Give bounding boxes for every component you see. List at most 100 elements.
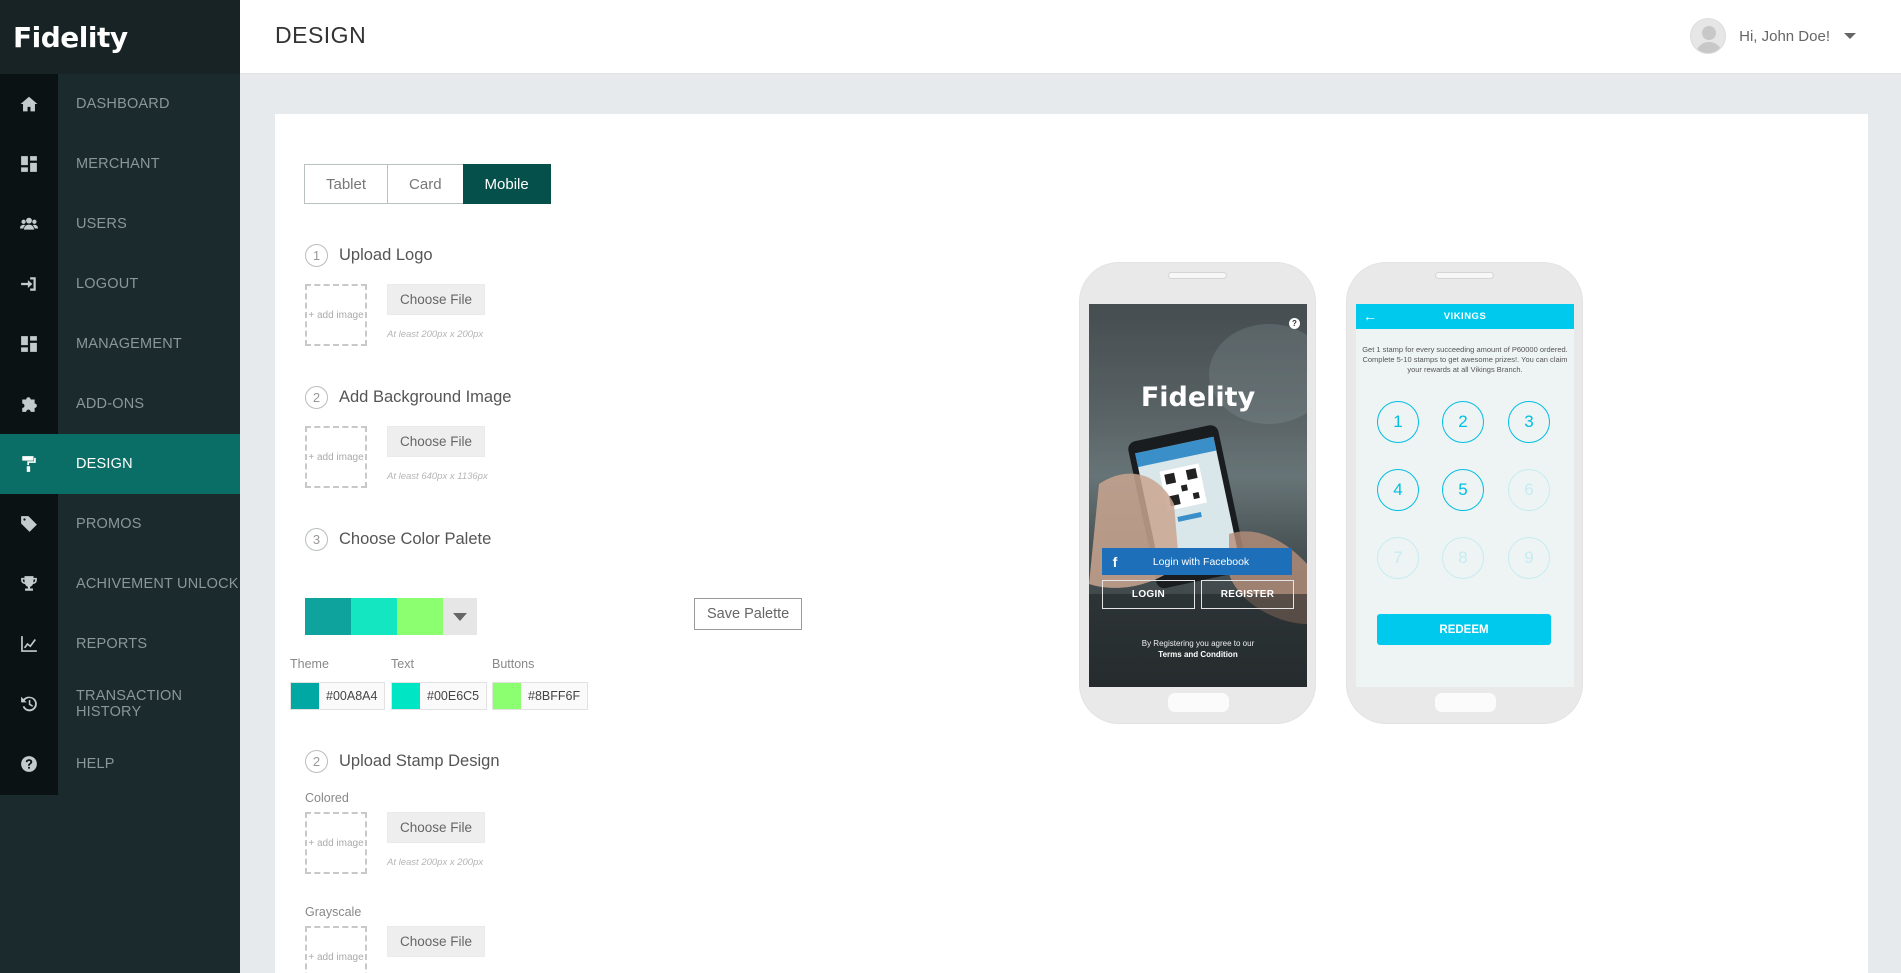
- colored-stamp-dropzone[interactable]: + add image: [305, 812, 367, 874]
- stamp-preview-screen: ← VIKINGS Get 1 stamp for every succeedi…: [1356, 304, 1574, 687]
- user-menu[interactable]: Hi, John Doe!: [1690, 18, 1856, 54]
- phone-speaker: [1168, 272, 1227, 279]
- sidebar-item-logout[interactable]: LOGOUT: [0, 254, 240, 314]
- text-color-chip[interactable]: [392, 683, 420, 709]
- sidebar-item-transaction-history[interactable]: TRANSACTION HISTORY: [0, 674, 240, 734]
- stamp-2: 2: [1442, 401, 1484, 443]
- background-image-dropzone[interactable]: + add image: [305, 426, 367, 488]
- buttons-color-chip[interactable]: [493, 683, 521, 709]
- terms-link[interactable]: Terms and Condition: [1089, 650, 1307, 659]
- sidebar-item-label: DASHBOARD: [76, 96, 170, 112]
- question-icon: [0, 734, 58, 794]
- step-label: Add Background Image: [339, 388, 512, 406]
- sidebar-item-promos[interactable]: PROMOS: [0, 494, 240, 554]
- history-icon: [0, 674, 58, 734]
- device-tabs: Tablet Card Mobile: [304, 164, 551, 204]
- login-preview-screen: ? Fidelity f Login with Facebook LOGIN R…: [1089, 304, 1307, 687]
- brand-logo[interactable]: Fidelity: [0, 0, 240, 74]
- login-with-facebook-button[interactable]: f Login with Facebook: [1102, 548, 1292, 575]
- sidebar: Fidelity DASHBOARD MERCHANT USERS LOGOUT…: [0, 0, 240, 973]
- login-button[interactable]: LOGIN: [1102, 580, 1195, 609]
- login-preview-phone: ? Fidelity f Login with Facebook LOGIN R…: [1079, 262, 1316, 724]
- sidebar-item-label: MERCHANT: [76, 156, 160, 172]
- promo-description: Get 1 stamp for every succeeding amount …: [1362, 345, 1568, 374]
- step-stamp-design: 2 Upload Stamp Design: [305, 750, 500, 773]
- sidebar-item-dashboard[interactable]: DASHBOARD: [0, 74, 240, 134]
- sidebar-item-add-ons[interactable]: ADD-ONS: [0, 374, 240, 434]
- design-panel: Tablet Card Mobile 1 Upload Logo + add i…: [275, 114, 1868, 973]
- grayscale-stamp-upload: + add image Choose File: [305, 926, 486, 973]
- theme-color-field[interactable]: #00A8A4: [290, 682, 386, 710]
- choose-file-button[interactable]: Choose File: [387, 926, 486, 957]
- tab-card[interactable]: Card: [387, 164, 464, 204]
- step-color-palette: 3 Choose Color Palete: [305, 528, 491, 551]
- stamp-5: 5: [1442, 469, 1484, 511]
- choose-file-button[interactable]: Choose File: [387, 426, 486, 457]
- avatar[interactable]: [1690, 18, 1727, 54]
- phone-speaker: [1435, 272, 1494, 279]
- tab-mobile[interactable]: Mobile: [462, 164, 551, 204]
- facebook-button-label: Login with Facebook: [1152, 555, 1250, 568]
- stamp-4: 4: [1377, 469, 1419, 511]
- text-color-field[interactable]: #00E6C5: [391, 682, 488, 710]
- puzzle-icon: [0, 374, 58, 434]
- redeem-button[interactable]: REDEEM: [1377, 614, 1551, 645]
- trophy-icon: [0, 554, 58, 614]
- step-background-image: 2 Add Background Image: [305, 386, 511, 409]
- sidebar-item-label: DESIGN: [76, 456, 133, 472]
- palette-selector[interactable]: [305, 598, 477, 635]
- sidebar-item-help[interactable]: HELP: [0, 734, 240, 794]
- sidebar-item-label: REPORTS: [76, 636, 148, 652]
- sidebar-item-merchant[interactable]: MERCHANT: [0, 134, 240, 194]
- theme-color-chip[interactable]: [291, 683, 319, 709]
- grayscale-label: Grayscale: [305, 905, 362, 919]
- step-label: Upload Stamp Design: [339, 752, 500, 770]
- facebook-icon: f: [1112, 553, 1118, 570]
- sidebar-item-achivement-unlock[interactable]: ACHIVEMENT UNLOCK: [0, 554, 240, 614]
- stamp-preview-phone: ← VIKINGS Get 1 stamp for every succeedi…: [1346, 262, 1583, 724]
- stamp-1: 1: [1377, 401, 1419, 443]
- logo-image-dropzone[interactable]: + add image: [305, 284, 367, 346]
- preview-header-bar: ← VIKINGS: [1356, 304, 1574, 329]
- sign-in-icon: [0, 254, 58, 314]
- home-icon: [0, 74, 58, 134]
- stamp-8: 8: [1442, 537, 1484, 579]
- buttons-color-value[interactable]: #8BFF6F: [521, 683, 588, 709]
- sidebar-item-users[interactable]: USERS: [0, 194, 240, 254]
- brand-name: Fidelity: [13, 20, 128, 54]
- sidebar-nav: DASHBOARD MERCHANT USERS LOGOUT MANAGEME…: [0, 74, 240, 794]
- choose-file-button[interactable]: Choose File: [387, 284, 486, 315]
- sidebar-item-label: TRANSACTION HISTORY: [76, 688, 183, 720]
- sidebar-item-label: ADD-ONS: [76, 396, 145, 412]
- step-upload-logo: 1 Upload Logo: [305, 244, 433, 267]
- palette-swatch-text: [351, 598, 397, 635]
- choose-file-button[interactable]: Choose File: [387, 812, 486, 843]
- buttons-color-label: Buttons: [492, 657, 535, 671]
- palette-dropdown-button[interactable]: [443, 598, 477, 635]
- upload-hint: At least 200px x 200px: [387, 329, 484, 340]
- register-button[interactable]: REGISTER: [1201, 580, 1294, 609]
- background-photo-illustration: [1089, 304, 1307, 687]
- sidebar-item-design[interactable]: DESIGN: [0, 434, 240, 494]
- paint-roller-icon: [0, 434, 58, 494]
- palette-swatch-buttons: [397, 598, 443, 635]
- logo-upload: + add image Choose File At least 200px x…: [305, 284, 486, 346]
- sidebar-item-management[interactable]: MANAGEMENT: [0, 314, 240, 374]
- save-palette-button[interactable]: Save Palette: [694, 598, 803, 630]
- stamp-3: 3: [1508, 401, 1550, 443]
- help-icon[interactable]: ?: [1289, 318, 1300, 329]
- sidebar-item-label: LOGOUT: [76, 276, 139, 292]
- stamp-7: 7: [1377, 537, 1419, 579]
- text-color-value[interactable]: #00E6C5: [420, 683, 487, 709]
- sidebar-item-reports[interactable]: REPORTS: [0, 614, 240, 674]
- user-greeting: Hi, John Doe!: [1739, 27, 1830, 45]
- palette-swatch-theme: [305, 598, 351, 635]
- dashboard-grid-icon: [0, 314, 58, 374]
- theme-color-value[interactable]: #00A8A4: [319, 683, 385, 709]
- tab-tablet[interactable]: Tablet: [304, 164, 389, 204]
- chevron-down-icon[interactable]: [1844, 33, 1856, 39]
- tags-icon: [0, 494, 58, 554]
- grayscale-stamp-dropzone[interactable]: + add image: [305, 926, 367, 973]
- buttons-color-field[interactable]: #8BFF6F: [492, 682, 589, 710]
- background-upload: + add image Choose File At least 640px x…: [305, 426, 488, 488]
